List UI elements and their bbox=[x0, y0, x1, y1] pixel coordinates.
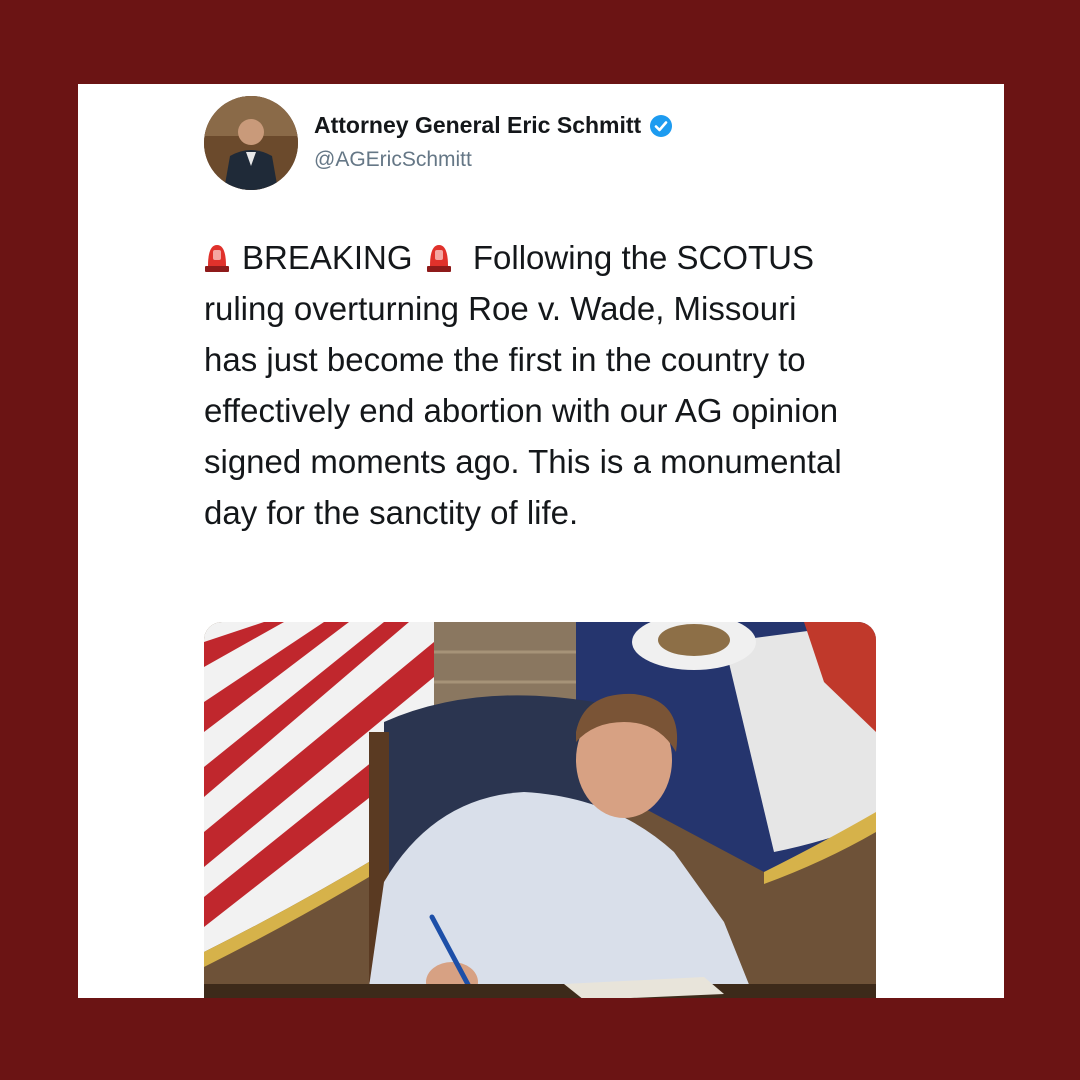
rotating-light-icon bbox=[205, 245, 229, 272]
tweet-text: BREAKING Following the SCOTUS ruling ove… bbox=[204, 232, 844, 538]
tweet-card: Attorney General Eric Schmitt @AGEricSch… bbox=[78, 84, 1004, 998]
breaking-label: BREAKING bbox=[242, 239, 422, 276]
display-name[interactable]: Attorney General Eric Schmitt bbox=[314, 112, 641, 139]
tweet-photo[interactable] bbox=[204, 622, 876, 998]
verified-badge-icon bbox=[650, 114, 673, 137]
avatar[interactable] bbox=[204, 96, 298, 190]
handle[interactable]: @AGEricSchmitt bbox=[314, 148, 472, 172]
tweet-body: Following the SCOTUS ruling overturning … bbox=[204, 239, 842, 531]
name-row: Attorney General Eric Schmitt bbox=[314, 112, 673, 139]
rotating-light-icon bbox=[426, 245, 451, 272]
